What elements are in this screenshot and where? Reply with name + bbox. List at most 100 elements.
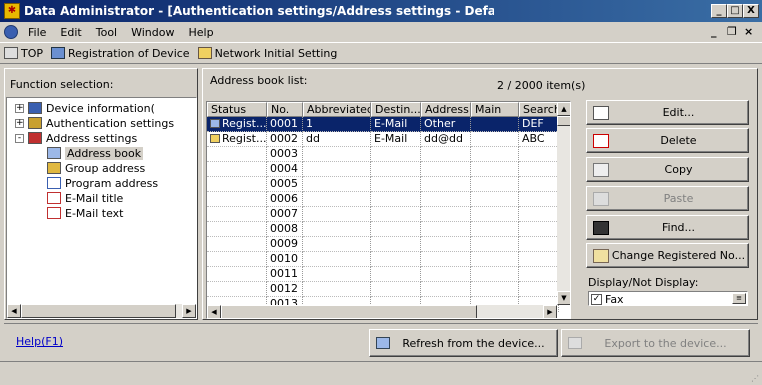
tree-item-address-book[interactable]: Address book [47,146,144,160]
fax-option[interactable]: ✓ Fax [591,293,624,306]
cell-destination [371,267,421,282]
tree-hscrollbar[interactable]: ◀ ▶ [7,304,196,318]
column-header-abbreviated[interactable]: Abbreviated... [303,102,371,117]
table-row[interactable]: 0009 [207,237,559,252]
column-header-no[interactable]: No. [267,102,303,117]
auth-settings-icon [28,117,42,129]
cell-status: Regist... [207,117,267,132]
expand-icon[interactable]: + [15,103,24,113]
table-row[interactable]: 0004 [207,162,559,177]
top-button[interactable]: TOP [4,47,43,60]
delete-label: Delete [660,134,697,147]
scroll-left-icon[interactable]: ◀ [207,305,221,318]
column-header-main[interactable]: Main [471,102,519,117]
tree-item-program-address[interactable]: Program address [47,176,158,190]
change-registered-no-button[interactable]: Change Registered No... [586,243,749,268]
cell-no: 0007 [267,207,303,222]
scroll-thumb[interactable] [557,116,570,126]
tree-item-authentication-settings[interactable]: + Authentication settings [15,116,174,130]
list-scroll-icon[interactable]: ≡ [732,293,746,304]
collapse-icon[interactable]: - [15,133,24,143]
table-row[interactable]: 0011 [207,267,559,282]
column-header-search[interactable]: Search... [519,102,559,117]
window-title: Data Administrator - [Authentication set… [24,4,494,18]
tree-item-group-address[interactable]: Group address [47,161,145,175]
tree-item-address-settings[interactable]: - Address settings [15,131,137,145]
function-tree[interactable]: + Device information( + Authentication s… [6,97,197,319]
display-options-list[interactable]: ✓ Fax ≡ [588,291,748,306]
find-button[interactable]: Find... [586,215,749,240]
menu-tool[interactable]: Tool [96,26,117,39]
refresh-from-device-button[interactable]: Refresh from the device... [369,329,558,357]
menu-file[interactable]: File [28,26,46,39]
resize-grip-icon[interactable]: ⋰ [751,374,759,383]
close-button[interactable]: X [743,4,759,18]
table-row[interactable]: 0005 [207,177,559,192]
document-icon[interactable] [4,25,18,39]
scroll-up-icon[interactable]: ▲ [557,102,570,116]
registration-of-device-button[interactable]: Registration of Device [51,47,190,60]
table-row[interactable]: 0010 [207,252,559,267]
cell-abbreviated: 1 [303,117,371,132]
cell-main [471,147,519,162]
table-row[interactable]: 0012 [207,282,559,297]
paste-icon [593,191,609,206]
column-header-address[interactable]: Address [421,102,471,117]
column-header-status[interactable]: Status [207,102,267,117]
grid-hscrollbar[interactable]: ◀ ▶ [207,305,557,318]
registered-status-icon [210,119,220,128]
table-row[interactable]: Regist... 0001 1 E-Mail Other DEF [207,117,559,132]
cell-abbreviated: dd [303,132,371,147]
minimize-button[interactable]: _ [711,4,727,18]
cell-abbreviated [303,282,371,297]
grid-vscrollbar[interactable]: ▲ ▼ [557,102,570,305]
menu-window[interactable]: Window [131,26,174,39]
scroll-thumb[interactable] [21,304,176,318]
item-count: 2 / 2000 item(s) [497,79,586,92]
menu-edit[interactable]: Edit [60,26,81,39]
table-row[interactable]: 0008 [207,222,559,237]
address-book-grid[interactable]: Status No. Abbreviated... Destin... Addr… [206,101,571,319]
network-initial-setting-button[interactable]: Network Initial Setting [197,46,338,60]
mdi-close-button[interactable]: × [744,25,753,38]
cell-main [471,237,519,252]
mdi-restore-button[interactable]: ❐ [727,25,737,38]
cell-abbreviated [303,267,371,282]
tree-label: E-Mail text [65,206,124,220]
cell-main [471,132,519,147]
menu-help[interactable]: Help [188,26,213,39]
device-info-icon [28,102,42,114]
cell-no: 0004 [267,162,303,177]
scroll-right-icon[interactable]: ▶ [182,304,196,318]
expand-icon[interactable]: + [15,118,24,128]
table-row[interactable]: Regist... 0002 dd E-Mail dd@dd ABC [207,132,559,147]
scroll-thumb[interactable] [221,305,477,318]
tree-item-email-title[interactable]: E-Mail title [47,191,123,205]
scroll-left-icon[interactable]: ◀ [7,304,21,318]
address-book-list-header: Address book list: [210,74,308,87]
table-row[interactable]: 0006 [207,192,559,207]
help-link[interactable]: Help(F1) [16,335,63,348]
cell-search [519,207,559,222]
fax-checkbox[interactable]: ✓ [591,294,602,305]
network-label: Network Initial Setting [214,46,338,60]
scroll-down-icon[interactable]: ▼ [557,291,570,305]
tree-item-device-information[interactable]: + Device information( [15,101,155,115]
cell-address [421,192,471,207]
cell-search [519,282,559,297]
cell-destination [371,252,421,267]
column-header-destination[interactable]: Destin... [371,102,421,117]
cell-abbreviated [303,237,371,252]
delete-button[interactable]: Delete [586,128,749,153]
copy-button[interactable]: Copy [586,157,749,182]
table-row[interactable]: 0003 [207,147,559,162]
tree-item-email-text[interactable]: E-Mail text [47,206,123,220]
paste-button[interactable]: Paste [586,186,749,211]
mdi-minimize-button[interactable]: _ [711,25,717,38]
status-text: Regist... [222,132,267,145]
edit-button[interactable]: Edit... [586,100,749,125]
scroll-right-icon[interactable]: ▶ [543,305,557,318]
maximize-button[interactable]: □ [727,4,743,18]
export-to-device-button[interactable]: Export to the device... [561,329,750,357]
table-row[interactable]: 0007 [207,207,559,222]
